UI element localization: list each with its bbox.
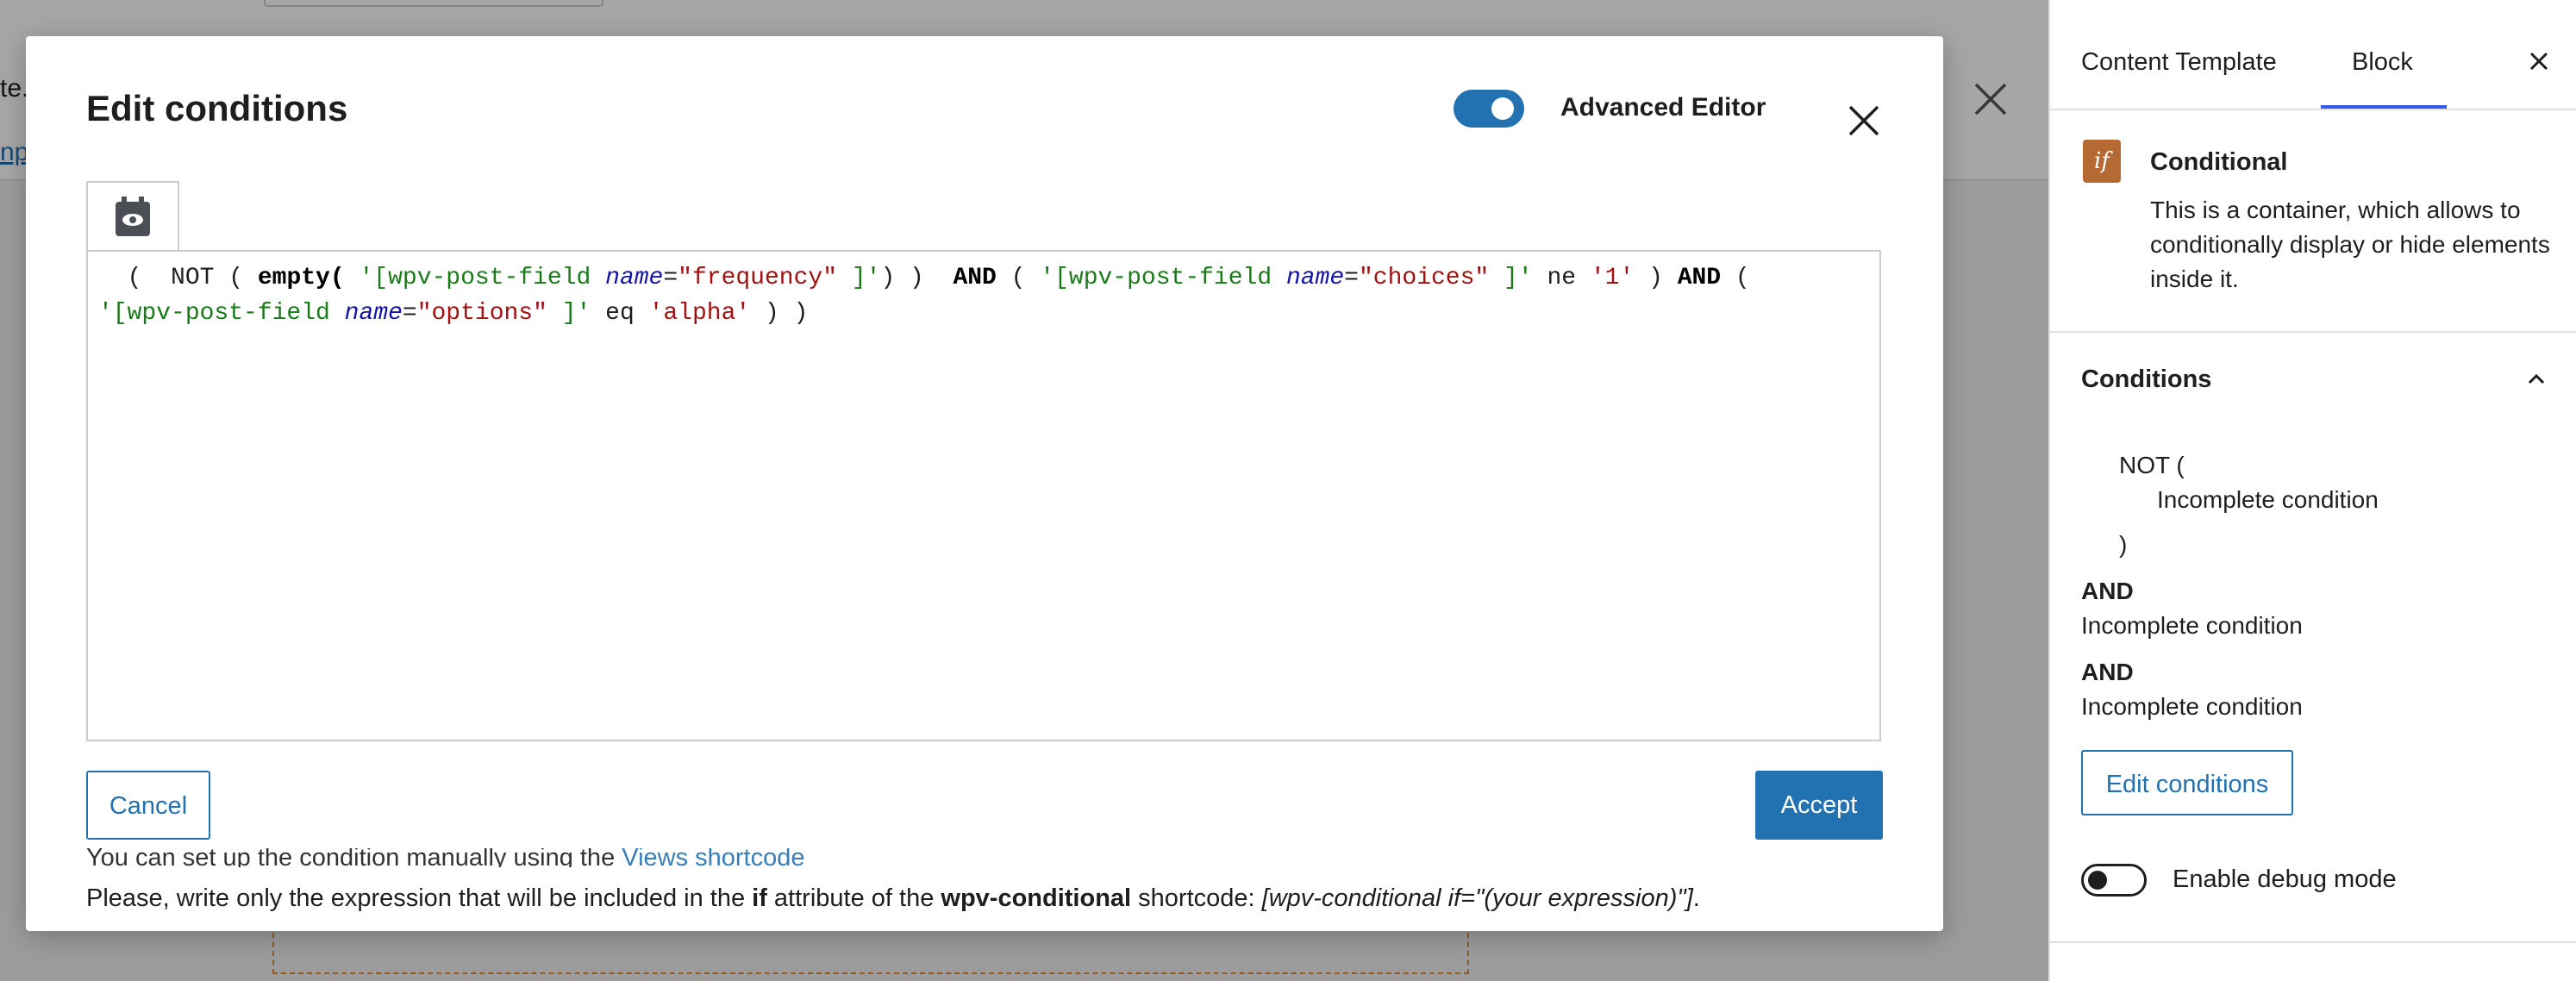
code-token-attr: name xyxy=(1285,265,1345,291)
code-token-plain: ne xyxy=(1532,265,1591,291)
condition-incomplete: Incomplete condition xyxy=(2081,612,2303,639)
close-icon[interactable] xyxy=(2526,48,2552,74)
preview-eye-icon xyxy=(116,197,150,236)
help-text-manual: You can set up the condition manually us… xyxy=(86,848,805,867)
condition-incomplete: Incomplete condition xyxy=(2081,693,2303,720)
debug-mode-toggle[interactable] xyxy=(2081,864,2147,897)
code-token-plain: ( NOT ( xyxy=(98,265,258,291)
cancel-button[interactable]: Cancel xyxy=(86,771,210,840)
help-text-if: if xyxy=(752,884,767,912)
help-text-prefix: You can set up the condition manually us… xyxy=(86,848,622,867)
code-token-attr: name xyxy=(605,265,664,291)
condition-and: AND xyxy=(2081,659,2134,685)
block-description: This is a container, which allows to con… xyxy=(2150,197,2550,292)
code-token-plain: ( xyxy=(996,265,1041,291)
tab-content-template[interactable]: Content Template xyxy=(2081,48,2277,77)
sidebar-tabs: Content Template Block xyxy=(2050,0,2576,110)
edit-conditions-modal: Edit conditions Advanced Editor ( NOT ( … xyxy=(26,36,1943,931)
help-text-shortcode-name: wpv-conditional xyxy=(941,884,1132,912)
condition-code-editor[interactable]: ( NOT ( empty( '[wpv-post-field name="fr… xyxy=(86,250,1881,741)
code-token-attr: name xyxy=(344,300,403,327)
accept-button[interactable]: Accept xyxy=(1755,771,1883,840)
condition-not-close: ) xyxy=(2119,531,2128,558)
edit-conditions-button[interactable]: Edit conditions xyxy=(2081,750,2293,815)
code-token-val: 'alpha' xyxy=(648,300,751,327)
code-token-plain: = xyxy=(663,265,678,291)
code-token-plain: ) ) xyxy=(750,300,809,327)
settings-sidebar: Content Template Block if Conditional Th… xyxy=(2048,0,2576,981)
code-token-str: ]' xyxy=(547,300,591,327)
code-token-val: "choices" xyxy=(1358,265,1490,291)
condition-and: AND xyxy=(2081,578,2134,604)
toggle-knob xyxy=(1491,97,1514,120)
code-token-val: "frequency" xyxy=(678,265,838,291)
code-expression: ( NOT ( empty( '[wpv-post-field name="fr… xyxy=(98,260,1866,331)
condition-not-open: NOT ( xyxy=(2119,452,2185,478)
toggle-knob xyxy=(2088,871,2107,890)
code-token-str: ]' xyxy=(1489,265,1533,291)
help-text-part: . xyxy=(1692,884,1700,912)
views-shortcode-link[interactable]: Views shortcode xyxy=(622,848,804,867)
help-text-part: shortcode: xyxy=(1131,884,1262,912)
chevron-up-icon[interactable] xyxy=(2523,366,2550,393)
preview-tab[interactable] xyxy=(86,181,179,252)
block-card: if Conditional This is a container, whic… xyxy=(2050,110,2576,333)
help-text-part: attribute of the xyxy=(766,884,941,912)
code-token-kw: empty( xyxy=(257,265,345,291)
modal-title: Edit conditions xyxy=(86,88,348,128)
code-token-kw: AND xyxy=(1677,265,1722,291)
debug-mode-label: Enable debug mode xyxy=(2173,865,2397,893)
help-text-expression: Please, write only the expression that w… xyxy=(86,884,1700,913)
condition-incomplete: Incomplete condition xyxy=(2157,486,2379,513)
conditions-panel-title[interactable]: Conditions xyxy=(2081,366,2211,394)
code-token-plain: ) xyxy=(1634,265,1678,291)
advanced-editor-toggle[interactable] xyxy=(1454,90,1524,128)
code-token-plain: = xyxy=(1344,265,1359,291)
code-token-str: '[wpv-post-field xyxy=(98,300,345,327)
help-text-part: Please, write only the expression that w… xyxy=(86,884,753,912)
code-token-kw: AND xyxy=(953,265,997,291)
code-token-plain: ( xyxy=(1735,265,1750,291)
block-title: Conditional xyxy=(2150,148,2288,176)
conditional-block-icon: if xyxy=(2083,140,2121,183)
code-token-plain: ) ) xyxy=(880,265,953,291)
tab-block[interactable]: Block xyxy=(2352,48,2413,77)
code-token-val: '1' xyxy=(1590,265,1635,291)
code-token-val: "options" xyxy=(416,300,547,327)
code-token-str: '[wpv-post-field xyxy=(1040,265,1286,291)
sidebar-divider xyxy=(2050,941,2576,943)
active-tab-indicator xyxy=(2321,105,2447,109)
help-text-example: [wpv-conditional if="(your expression)"] xyxy=(1261,884,1693,912)
close-icon[interactable] xyxy=(1845,102,1883,140)
code-token-plain: = xyxy=(402,300,417,327)
advanced-editor-label: Advanced Editor xyxy=(1560,93,1766,122)
code-token-plain: eq xyxy=(591,300,649,327)
code-token-str: ]' xyxy=(837,265,881,291)
code-token-str: '[wpv-post-field xyxy=(359,265,606,291)
